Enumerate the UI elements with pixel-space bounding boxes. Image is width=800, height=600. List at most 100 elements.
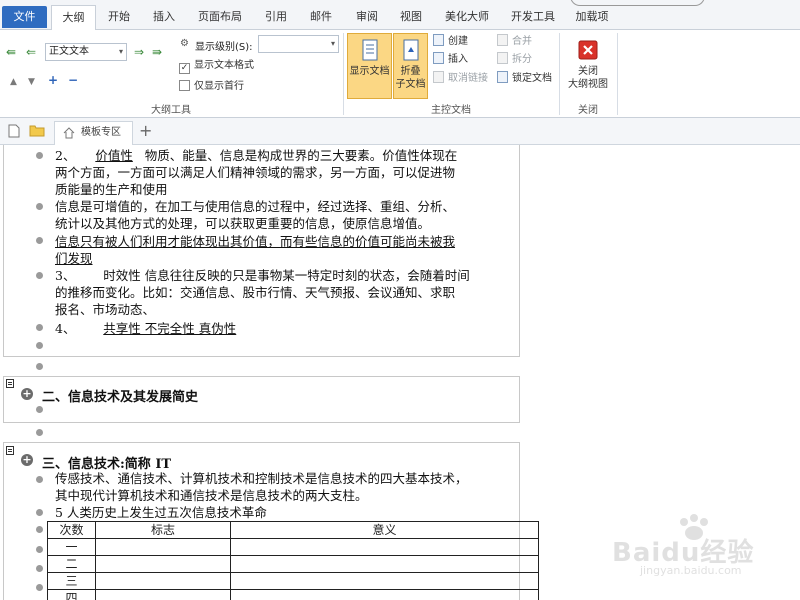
demote-icon[interactable]: ⇒	[134, 46, 144, 58]
unlink-label: 取消链接	[448, 73, 488, 84]
group-divider	[617, 33, 618, 115]
table-cell[interactable]	[230, 538, 539, 556]
outline-text-line[interactable]: 信息是可增值的，在加工与使用信息的过程中，经过选择、重组、分析、	[55, 198, 455, 215]
revolution-table[interactable]: 次数 标志 意义 一 二 三 四	[47, 521, 539, 600]
chevron-down-icon: ▾	[330, 39, 335, 48]
new-document-icon[interactable]	[8, 124, 20, 138]
tab-addins[interactable]: 加载项	[568, 5, 616, 30]
show-document-icon	[362, 39, 377, 61]
add-tab-icon[interactable]: +	[139, 121, 152, 140]
unlink-subdocument-button[interactable]: 取消链接	[433, 71, 488, 87]
tab-page-layout[interactable]: 页面布局	[190, 5, 250, 30]
show-text-format-checkbox[interactable]: ✓ 显示文本格式	[179, 59, 254, 74]
outline-text-line[interactable]: 传感技术、通信技术、计算机技术和控制技术是信息技术的四大基本技术，	[55, 470, 468, 487]
move-down-icon[interactable]: ▼	[28, 76, 35, 88]
table-cell[interactable]: 四	[47, 589, 96, 600]
heading-information-tech-history[interactable]: 二、信息技术及其发展简史	[42, 386, 198, 405]
outline-text-line[interactable]: 5 人类历史上发生过五次信息技术革命	[55, 504, 267, 521]
close-label-2: 大纲视图	[568, 79, 608, 90]
table-cell[interactable]	[95, 572, 231, 590]
table-cell[interactable]	[230, 589, 539, 600]
tab-mailings[interactable]: 邮件	[302, 5, 340, 30]
expand-icon[interactable]: +	[48, 74, 58, 86]
table-row: 三	[47, 572, 539, 590]
group-label-close: 关闭	[578, 105, 598, 116]
outline-item-value[interactable]: 2、 价值性 物质、能量、信息是构成世界的三大要素。价值性体现在	[55, 147, 457, 164]
lock-document-button[interactable]: 锁定文档	[497, 71, 552, 87]
table-cell[interactable]: 三	[47, 572, 96, 590]
outline-item-sharing[interactable]: 4、 共享性 不完全性 真伪性	[55, 320, 236, 337]
tab-review[interactable]: 审阅	[348, 5, 386, 30]
split-icon	[497, 52, 508, 64]
insert-icon	[433, 52, 444, 64]
subdocument-icon[interactable]	[6, 446, 14, 455]
table-header-cell: 次数	[47, 521, 96, 539]
expand-heading-icon[interactable]: +	[21, 454, 33, 466]
folder-icon[interactable]	[29, 124, 45, 137]
promote-to-heading1-icon[interactable]: ⇚	[6, 46, 16, 58]
tab-insert[interactable]: 插入	[145, 5, 183, 30]
outline-text-line: 质能量的生产和使用	[55, 182, 168, 197]
outline-level-value: 正文文本	[49, 46, 89, 57]
outline-item-timeliness[interactable]: 3、 时效性 信息往往反映的只是事物某一特定时刻的状态，会随着时间	[55, 267, 470, 284]
insert-subdocument-button[interactable]: 插入	[433, 52, 468, 68]
show-level-select[interactable]: ▾	[258, 35, 339, 53]
split-subdocument-button[interactable]: 拆分	[497, 52, 532, 68]
chevron-down-icon: ▾	[118, 47, 123, 56]
outline-text-line: 统计以及其他方式的处理，可以获取更重要的信息，使原信息增值。	[55, 216, 431, 231]
show-first-line-label: 仅显示首行	[194, 81, 244, 92]
create-subdocument-button[interactable]: 创建	[433, 34, 468, 50]
tab-developer[interactable]: 开发工具	[503, 5, 563, 30]
tab-view[interactable]: 视图	[392, 5, 430, 30]
show-document-button[interactable]: 显示文档	[347, 33, 392, 99]
outline-text-line: 两个方面，一方面可以满足人们精神领域的需求，另一方面，可以促进物	[55, 165, 456, 180]
merge-subdocument-button[interactable]: 合并	[497, 34, 532, 50]
bullet-icon	[36, 429, 43, 436]
close-label-1: 关闭	[578, 66, 598, 77]
table-cell[interactable]	[95, 538, 231, 556]
collapse-subdocuments-icon	[403, 39, 418, 61]
table-cell[interactable]	[95, 555, 231, 573]
demote-to-body-icon[interactable]: ⇛	[152, 46, 162, 58]
table-cell[interactable]: 二	[47, 555, 96, 573]
bullet-icon	[36, 546, 43, 553]
group-label-outline-tools: 大纲工具	[151, 105, 191, 116]
subdocument-icon[interactable]	[6, 379, 14, 388]
promote-icon[interactable]: ⇐	[26, 46, 36, 58]
table-cell[interactable]	[230, 572, 539, 590]
show-level-icon: ⚙	[180, 38, 189, 49]
home-icon	[63, 127, 75, 139]
baidu-jingyan-watermark: Baidu经验 jingyan.baidu.com	[612, 512, 772, 582]
document-tab-bar: 模板专区 +	[0, 118, 800, 145]
outline-text-line[interactable]: 信息只有被人们利用才能体现出其价值，而有些信息的价值可能尚未被我	[55, 233, 455, 250]
tab-outline[interactable]: 大纲	[51, 5, 96, 31]
table-cell[interactable]	[95, 589, 231, 600]
bullet-icon	[36, 152, 43, 159]
merge-icon	[497, 34, 508, 46]
bullet-icon	[36, 406, 43, 413]
show-first-line-checkbox[interactable]: 仅显示首行	[179, 80, 244, 94]
tab-home[interactable]: 开始	[100, 5, 138, 30]
table-cell[interactable]	[230, 555, 539, 573]
lock-icon	[497, 71, 508, 83]
move-up-icon[interactable]: ▲	[10, 76, 17, 88]
outline-text-line: 其中现代计算机技术和通信技术是信息技术的两大支柱。	[55, 488, 368, 503]
collapse-subdocuments-label-2: 子文档	[395, 79, 426, 90]
collapse-subdocuments-button[interactable]: 折叠 子文档	[393, 33, 428, 99]
tab-template-zone[interactable]: 模板专区	[54, 121, 133, 145]
expand-heading-icon[interactable]: +	[21, 388, 33, 400]
collapse-icon[interactable]: −	[68, 74, 78, 86]
outline-text-line: 报名、市场动态、	[55, 302, 156, 317]
tab-file[interactable]: 文件	[2, 6, 47, 28]
bullet-icon	[36, 363, 43, 370]
table-cell[interactable]: 一	[47, 538, 96, 556]
table-row: 一	[47, 538, 539, 556]
ribbon-panel: ⇚ ⇐ 正文文本 ▾ ⇒ ⇛ ▲ ▼ + − ⚙ 显示级别(S): ▾ ✓ 显示文…	[0, 30, 800, 118]
insert-label: 插入	[448, 54, 468, 65]
tab-references[interactable]: 引用	[257, 5, 295, 30]
outline-level-select[interactable]: 正文文本 ▾	[45, 43, 127, 61]
close-outline-view-button[interactable]: 关闭 大纲视图	[564, 33, 612, 99]
tab-beautify[interactable]: 美化大师	[437, 5, 497, 30]
collapse-subdocuments-label-1: 折叠	[400, 66, 421, 77]
bullet-icon	[36, 203, 43, 210]
